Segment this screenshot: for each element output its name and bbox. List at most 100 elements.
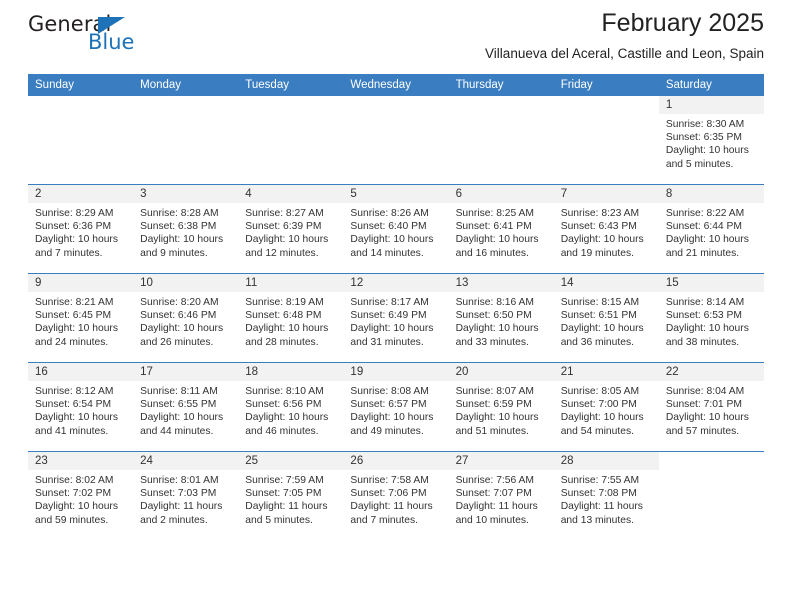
calendar-day[interactable]: 21 Sunrise: 8:05 AM Sunset: 7:00 PM Dayligh… <box>553 363 659 451</box>
daylight-duration-line1: Daylight: 10 hours <box>455 323 539 335</box>
daylight-duration-line1: Daylight: 10 hours <box>665 145 749 157</box>
day-number: 20 <box>448 363 554 381</box>
calendar-day[interactable]: 20 Sunrise: 8:07 AM Sunset: 6:59 PM Dayligh… <box>448 363 554 451</box>
calendar-cell: 28 Sunrise: 7:55 AM Sunset: 7:08 PM Dayligh… <box>553 451 659 540</box>
day-number: 17 <box>133 363 239 381</box>
calendar-page: General Blue February 2025 Villanueva de… <box>0 0 792 612</box>
calendar-day[interactable]: 5 Sunrise: 8:26 AM Sunset: 6:40 PM Daylight… <box>343 185 449 273</box>
sunrise-time: Sunrise: 8:28 AM <box>140 208 219 219</box>
daylight-duration-line1: Daylight: 10 hours <box>665 234 749 246</box>
daylight-duration-line2: and 13 minutes. <box>560 514 634 526</box>
calendar-cell: 5 Sunrise: 8:26 AM Sunset: 6:40 PM Daylight… <box>343 184 449 274</box>
calendar-day[interactable]: 7 Sunrise: 8:23 AM Sunset: 6:43 PM Daylight… <box>553 185 659 273</box>
calendar-cell: 3 Sunrise: 8:28 AM Sunset: 6:38 PM Daylight… <box>133 184 239 274</box>
day-sun-info: Sunrise: 7:58 AM Sunset: 7:06 PM Daylight:… <box>343 470 448 527</box>
day-number: 16 <box>28 363 134 381</box>
calendar-body: 1 Sunrise: 8:30 AM Sunset: 6:35 PM Daylight… <box>28 96 764 540</box>
calendar-cell: 24 Sunrise: 8:01 AM Sunset: 7:03 PM Dayligh… <box>133 451 239 540</box>
sunrise-time: Sunrise: 7:55 AM <box>560 475 640 486</box>
day-sun-info: Sunrise: 8:04 AM Sunset: 7:01 PM Daylight:… <box>659 381 764 438</box>
sunrise-time: Sunrise: 8:02 AM <box>35 475 114 486</box>
day-sun-info: Sunrise: 8:08 AM Sunset: 6:57 PM Daylight:… <box>343 381 448 438</box>
logo-text-blue: Blue <box>88 30 135 54</box>
calendar-day-empty <box>553 96 659 184</box>
day-number: 25 <box>238 452 344 470</box>
calendar-day[interactable]: 1 Sunrise: 8:30 AM Sunset: 6:35 PM Daylight… <box>658 96 764 184</box>
calendar-cell: 19 Sunrise: 8:08 AM Sunset: 6:57 PM Dayligh… <box>343 362 449 452</box>
daylight-duration-line1: Daylight: 10 hours <box>35 234 118 246</box>
day-sun-info: Sunrise: 8:29 AM Sunset: 6:36 PM Daylight:… <box>28 203 133 260</box>
calendar-day[interactable]: 15 Sunrise: 8:14 AM Sunset: 6:53 PM Dayligh… <box>658 274 764 362</box>
calendar-day[interactable]: 26 Sunrise: 7:58 AM Sunset: 7:06 PM Dayligh… <box>343 452 449 540</box>
sunset-time: Sunset: 6:46 PM <box>140 310 217 322</box>
daylight-duration-line1: Daylight: 10 hours <box>35 412 118 424</box>
calendar-week-row: 1 Sunrise: 8:30 AM Sunset: 6:35 PM Daylight… <box>28 96 764 185</box>
calendar-day[interactable]: 10 Sunrise: 8:20 AM Sunset: 6:46 PM Dayligh… <box>133 274 239 362</box>
calendar-cell: 13 Sunrise: 8:16 AM Sunset: 6:50 PM Dayligh… <box>448 273 554 363</box>
calendar-day[interactable]: 22 Sunrise: 8:04 AM Sunset: 7:01 PM Dayligh… <box>658 363 764 451</box>
calendar-day[interactable]: 25 Sunrise: 7:59 AM Sunset: 7:05 PM Dayligh… <box>238 452 344 540</box>
calendar-day[interactable]: 24 Sunrise: 8:01 AM Sunset: 7:03 PM Dayligh… <box>133 452 239 540</box>
page-header: General Blue February 2025 Villanueva de… <box>28 0 764 74</box>
daylight-duration-line2: and 31 minutes. <box>350 336 424 348</box>
weekday-header-row: Sunday Monday Tuesday Wednesday Thursday… <box>28 74 764 96</box>
daylight-duration-line2: and 36 minutes. <box>560 336 634 348</box>
sunset-time: Sunset: 6:44 PM <box>665 221 742 233</box>
sunrise-time: Sunrise: 8:26 AM <box>350 208 429 219</box>
sunset-time: Sunset: 7:01 PM <box>665 399 742 411</box>
calendar-day[interactable]: 28 Sunrise: 7:55 AM Sunset: 7:08 PM Dayligh… <box>553 452 659 540</box>
calendar-head: Sunday Monday Tuesday Wednesday Thursday… <box>28 74 764 96</box>
title-block: February 2025 Villanueva del Aceral, Cas… <box>485 0 764 62</box>
day-sun-info: Sunrise: 8:11 AM Sunset: 6:55 PM Daylight:… <box>133 381 238 438</box>
calendar-day[interactable]: 8 Sunrise: 8:22 AM Sunset: 6:44 PM Daylight… <box>658 185 764 273</box>
calendar-day[interactable]: 27 Sunrise: 7:56 AM Sunset: 7:07 PM Dayligh… <box>448 452 554 540</box>
calendar-day[interactable]: 13 Sunrise: 8:16 AM Sunset: 6:50 PM Dayligh… <box>448 274 554 362</box>
daylight-duration-line2: and 7 minutes. <box>350 514 418 526</box>
weekday-header-saturday: Saturday <box>658 74 764 96</box>
calendar-day[interactable]: 11 Sunrise: 8:19 AM Sunset: 6:48 PM Dayligh… <box>238 274 344 362</box>
calendar-day[interactable]: 6 Sunrise: 8:25 AM Sunset: 6:41 PM Daylight… <box>448 185 554 273</box>
calendar-day[interactable]: 4 Sunrise: 8:27 AM Sunset: 6:39 PM Daylight… <box>238 185 344 273</box>
day-sun-info: Sunrise: 8:17 AM Sunset: 6:49 PM Daylight:… <box>343 292 448 349</box>
day-number: 7 <box>553 185 659 203</box>
sunset-time: Sunset: 6:48 PM <box>245 310 322 322</box>
calendar-day[interactable]: 14 Sunrise: 8:15 AM Sunset: 6:51 PM Dayligh… <box>553 274 659 362</box>
calendar-cell: 4 Sunrise: 8:27 AM Sunset: 6:39 PM Daylight… <box>238 184 344 274</box>
calendar-day[interactable]: 18 Sunrise: 8:10 AM Sunset: 6:56 PM Dayligh… <box>238 363 344 451</box>
sunrise-time: Sunrise: 8:30 AM <box>665 119 745 130</box>
daylight-duration-line2: and 44 minutes. <box>140 425 214 437</box>
calendar-week-row: 16 Sunrise: 8:12 AM Sunset: 6:54 PM Dayligh… <box>28 362 764 452</box>
general-blue-logo[interactable]: General Blue <box>28 12 198 60</box>
calendar-day[interactable]: 12 Sunrise: 8:17 AM Sunset: 6:49 PM Dayligh… <box>343 274 449 362</box>
sunset-time: Sunset: 6:39 PM <box>245 221 322 233</box>
daylight-duration-line1: Daylight: 10 hours <box>35 323 118 335</box>
calendar-day[interactable]: 19 Sunrise: 8:08 AM Sunset: 6:57 PM Dayligh… <box>343 363 449 451</box>
calendar-day[interactable]: 2 Sunrise: 8:29 AM Sunset: 6:36 PM Daylight… <box>28 185 134 273</box>
calendar-cell: 15 Sunrise: 8:14 AM Sunset: 6:53 PM Dayligh… <box>658 273 764 363</box>
sunset-time: Sunset: 6:55 PM <box>140 399 217 411</box>
day-sun-info: Sunrise: 8:27 AM Sunset: 6:39 PM Daylight:… <box>238 203 343 260</box>
day-number: 4 <box>238 185 344 203</box>
sunrise-time: Sunrise: 7:59 AM <box>245 475 324 486</box>
sunrise-time: Sunrise: 8:22 AM <box>665 208 745 219</box>
day-sun-info: Sunrise: 8:07 AM Sunset: 6:59 PM Daylight:… <box>449 381 554 438</box>
calendar-day[interactable]: 16 Sunrise: 8:12 AM Sunset: 6:54 PM Dayligh… <box>28 363 134 451</box>
sunset-time: Sunset: 6:56 PM <box>245 399 322 411</box>
day-sun-info: Sunrise: 8:16 AM Sunset: 6:50 PM Daylight:… <box>449 292 554 349</box>
calendar-day[interactable]: 9 Sunrise: 8:21 AM Sunset: 6:45 PM Daylight… <box>28 274 134 362</box>
calendar-cell: 6 Sunrise: 8:25 AM Sunset: 6:41 PM Daylight… <box>448 184 554 274</box>
calendar-day[interactable]: 23 Sunrise: 8:02 AM Sunset: 7:02 PM Dayligh… <box>28 452 134 540</box>
sunrise-time: Sunrise: 8:21 AM <box>35 297 114 308</box>
calendar-day[interactable]: 17 Sunrise: 8:11 AM Sunset: 6:55 PM Dayligh… <box>133 363 239 451</box>
day-number: 8 <box>658 185 764 203</box>
calendar-cell: 12 Sunrise: 8:17 AM Sunset: 6:49 PM Dayligh… <box>343 273 449 363</box>
day-number: 2 <box>28 185 134 203</box>
calendar-cell <box>133 96 239 185</box>
daylight-duration-line1: Daylight: 10 hours <box>560 412 644 424</box>
daylight-duration-line2: and 5 minutes. <box>665 158 734 170</box>
daylight-duration-line1: Daylight: 11 hours <box>140 501 223 513</box>
day-number: 12 <box>343 274 449 292</box>
daylight-duration-line2: and 54 minutes. <box>560 425 634 437</box>
daylight-duration-line2: and 59 minutes. <box>35 514 109 526</box>
calendar-day[interactable]: 3 Sunrise: 8:28 AM Sunset: 6:38 PM Daylight… <box>133 185 239 273</box>
